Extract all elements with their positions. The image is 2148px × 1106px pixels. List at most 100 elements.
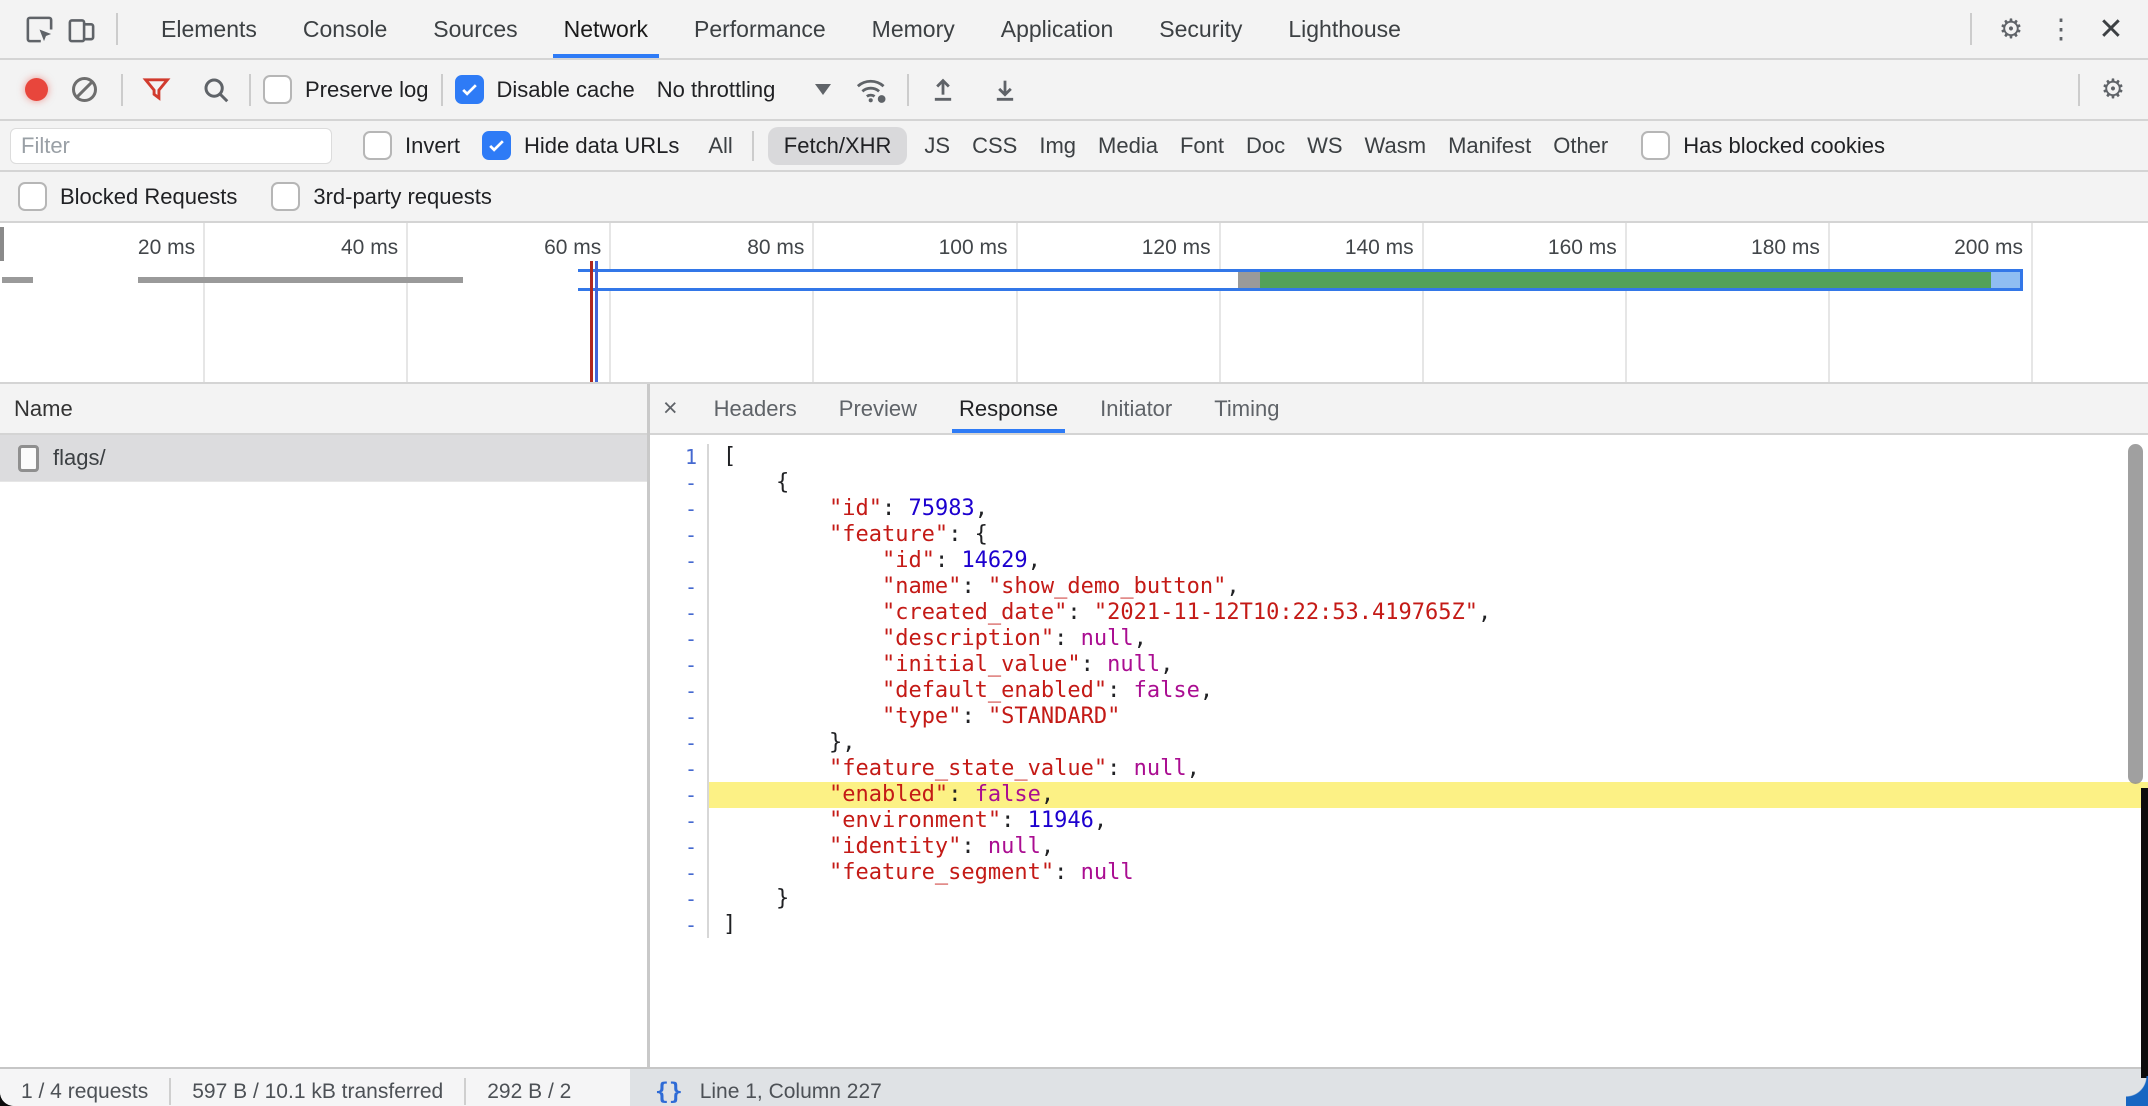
token: : { [948,522,988,547]
type-filter-ws[interactable]: WS [1296,128,1353,164]
settings-gear-icon[interactable]: ⚙ [1990,14,2032,45]
divider [116,13,118,45]
network-filter-bar: Invert Hide data URLs AllFetch/XHRJSCSSI… [0,121,2148,172]
name-column-header[interactable]: Name [0,396,73,422]
export-har-icon[interactable] [983,75,1027,105]
detail-tabbar: × HeadersPreviewResponseInitiatorTiming [650,384,2148,435]
code-line: - "feature_segment": null [650,860,2148,886]
tab-memory[interactable]: Memory [849,0,978,58]
type-filter-js[interactable]: JS [913,128,961,164]
token [723,834,829,859]
response-body-view[interactable]: 1[- {- "id": 75983,- "feature": {- "id":… [650,435,2148,1067]
blocked-requests-checkbox[interactable] [18,182,47,211]
filter-input[interactable] [10,128,332,164]
code-line: - } [650,886,2148,912]
more-menu-icon[interactable]: ⋮ [2040,14,2082,45]
record-network-log-button[interactable] [25,78,48,101]
third-party-checkbox[interactable] [271,182,300,211]
invert-checkbox[interactable] [363,131,392,160]
close-devtools-icon[interactable]: ✕ [2090,12,2132,47]
request-segment-stalled [1238,272,1260,288]
timeline-gridline [203,223,205,382]
token: : [1054,626,1081,651]
hide-data-urls-checkbox[interactable] [482,131,511,160]
requests-table-header[interactable]: Name [0,384,647,435]
token: null [1134,756,1187,781]
line-number: - [650,600,709,626]
type-filter-font[interactable]: Font [1169,128,1235,164]
network-overview-timeline[interactable]: 20 ms40 ms60 ms80 ms100 ms120 ms140 ms16… [0,223,2148,384]
line-text: "initial_value": null, [709,652,2148,678]
blocked-requests-setting: Blocked Requests [18,182,237,211]
hide-data-urls-setting: Hide data URLs [482,131,679,160]
request-segment-waiting [578,272,1238,288]
timeline-gridline [1219,223,1221,382]
line-text: "identity": null, [709,834,2148,860]
request-row-flags[interactable]: flags/ [0,435,647,482]
throttling-select[interactable]: No throttling [657,77,832,103]
device-toolbar-icon[interactable] [60,9,102,49]
search-icon[interactable] [195,75,237,105]
token: { [723,470,789,495]
inspect-element-icon[interactable] [18,9,60,49]
type-filter-wasm[interactable]: Wasm [1354,128,1438,164]
filter-funnel-icon[interactable] [135,75,177,104]
timeline-tick-label: 100 ms [939,236,1016,260]
network-conditions-icon[interactable] [849,74,895,106]
type-filter-fetch-xhr[interactable]: Fetch/XHR [768,127,908,165]
token: "feature" [829,522,948,547]
import-har-icon[interactable] [921,75,965,105]
has-blocked-cookies-checkbox[interactable] [1641,131,1670,160]
tab-lighthouse[interactable]: Lighthouse [1265,0,1424,58]
vertical-scrollbar[interactable] [2128,444,2143,784]
timeline-tick-label: 200 ms [1954,236,2031,260]
timeline-tick-label: 60 ms [544,236,609,260]
type-filter-css[interactable]: CSS [961,128,1028,164]
type-filter-other[interactable]: Other [1542,128,1619,164]
token: , [1028,548,1041,573]
tab-console[interactable]: Console [280,0,410,58]
line-number: - [650,652,709,678]
detail-tab-headers[interactable]: Headers [693,384,818,433]
format-braces-icon[interactable]: {} [655,1079,683,1105]
tab-security[interactable]: Security [1136,0,1265,58]
line-text: "enabled": false, [709,782,2148,808]
type-filter-media[interactable]: Media [1087,128,1169,164]
token: false [1134,678,1200,703]
type-filter-img[interactable]: Img [1028,128,1087,164]
type-filter-doc[interactable]: Doc [1235,128,1296,164]
request-name: flags/ [53,445,106,471]
tab-performance[interactable]: Performance [671,0,849,58]
request-type-filters: All Fetch/XHRJSCSSImgMediaFontDocWSWasmMa… [697,127,1619,165]
tab-application[interactable]: Application [978,0,1137,58]
preserve-log-checkbox[interactable] [263,75,292,104]
type-filter-all[interactable]: All [697,128,743,164]
token [723,574,882,599]
type-filter-manifest[interactable]: Manifest [1437,128,1542,164]
token: "initial_value" [882,652,1081,677]
detail-tab-timing[interactable]: Timing [1193,384,1300,433]
code-line: - "id": 14629, [650,548,2148,574]
timeline-tick-label: 140 ms [1345,236,1422,260]
line-text: "feature": { [709,522,2148,548]
token: 75983 [908,496,974,521]
detail-tab-initiator[interactable]: Initiator [1079,384,1193,433]
token: "2021-11-12T10:22:53.419765Z" [1094,600,1478,625]
detail-tab-preview[interactable]: Preview [818,384,938,433]
load-event-marker [590,261,593,382]
code-line: - "description": null, [650,626,2148,652]
selected-request-bar[interactable] [578,269,2023,291]
tab-sources[interactable]: Sources [410,0,540,58]
detail-tab-response[interactable]: Response [938,384,1079,433]
tab-network[interactable]: Network [541,0,671,58]
network-settings-gear-icon[interactable]: ⚙ [2092,74,2134,105]
disable-cache-checkbox[interactable] [455,75,484,104]
timeline-gridline [812,223,814,382]
timeline-tick-label: 20 ms [138,236,203,260]
tab-elements[interactable]: Elements [138,0,280,58]
clear-network-log-icon[interactable] [72,77,97,102]
status-summary-item: 597 B / 10.1 kB transferred [169,1078,464,1105]
token: "environment" [829,808,1001,833]
close-detail-icon[interactable]: × [650,384,693,433]
status-bar: 1 / 4 requests597 B / 10.1 kB transferre… [0,1067,2148,1106]
